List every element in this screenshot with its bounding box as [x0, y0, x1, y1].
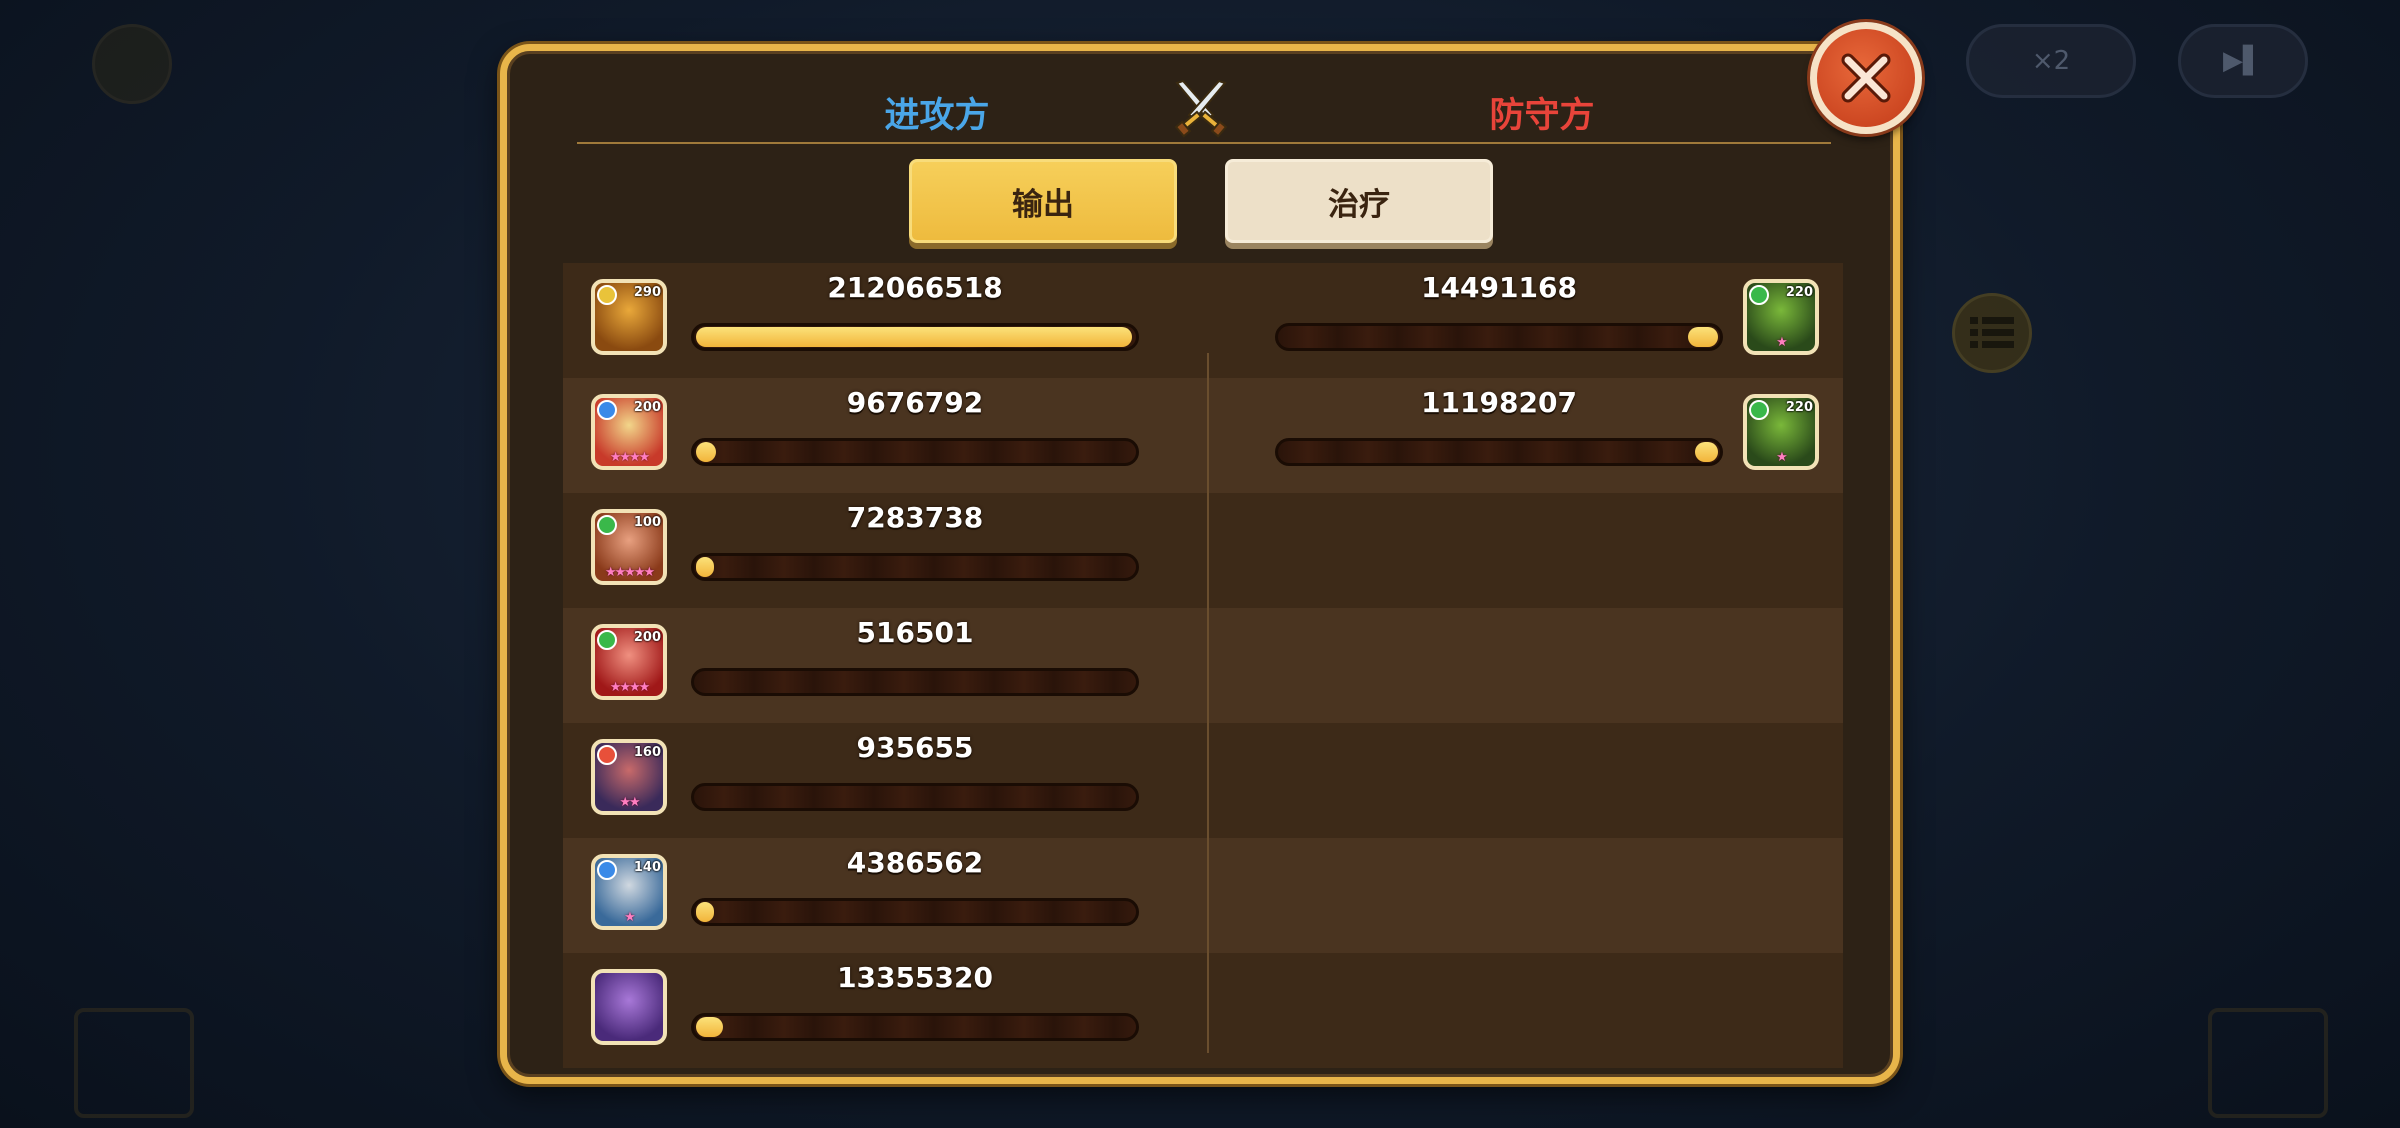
list-menu-button[interactable] [1952, 293, 2032, 373]
hero-stars: ★★★★ [609, 450, 651, 465]
hero-level: 100 [633, 515, 661, 530]
attacker-damage-bar [691, 553, 1139, 581]
attacker-hero-portrait[interactable]: 290 [591, 279, 667, 355]
defender-hero-portrait[interactable]: 220 ★ [1743, 279, 1819, 355]
attacker-damage-bar-fill [696, 557, 714, 577]
defender-value: 11198207 [1421, 386, 1577, 419]
attacker-hero-portrait[interactable]: 200 ★★★★ [591, 394, 667, 470]
defender-damage-bar [1275, 323, 1723, 351]
attacker-value: 9676792 [846, 386, 984, 419]
attacker-damage-bar [691, 323, 1139, 351]
attacker-value: 4386562 [846, 846, 984, 879]
hero-stars: ★ [1776, 335, 1788, 350]
hero-stars: ★ [624, 910, 636, 925]
bg-slot-left [74, 1008, 194, 1118]
hero-level: 140 [633, 860, 661, 875]
attacker-value: 212066518 [827, 271, 1003, 304]
bg-menu-button [92, 24, 172, 104]
bg-skip-button: ▶▌ [2178, 24, 2308, 98]
stats-rows: 290 212066518 200 ★★★★ 9676792 100 ★★★★★ 728373… [563, 263, 1843, 1068]
defender-title: 防守方 [1489, 96, 1595, 136]
attacker-damage-bar [691, 783, 1139, 811]
attacker-hero-portrait[interactable]: 140 ★ [591, 854, 667, 930]
element-icon [597, 860, 617, 880]
tab-output[interactable]: 输出 [909, 159, 1177, 243]
attacker-damage-bar-fill [696, 1017, 724, 1037]
bg-slot-right [2208, 1008, 2328, 1118]
element-icon [1749, 400, 1769, 420]
element-icon [597, 515, 617, 535]
attacker-hero-portrait[interactable]: 100 ★★★★★ [591, 509, 667, 585]
defender-damage-bar-fill [1694, 442, 1718, 462]
attacker-damage-bar-fill [696, 327, 1132, 347]
tab-heal[interactable]: 治疗 [1225, 159, 1493, 243]
defender-damage-bar-fill [1688, 327, 1718, 347]
center-divider [1207, 353, 1209, 1053]
hero-stars: ★★★★ [609, 680, 651, 695]
bg-speed-button: ×2 [1966, 24, 2136, 98]
attacker-hero-portrait[interactable]: 160 ★★ [591, 739, 667, 815]
attacker-value: 7283738 [846, 501, 984, 534]
element-icon [597, 745, 617, 765]
speed-label: ×2 [2031, 46, 2071, 76]
element-icon [1749, 285, 1769, 305]
battle-stats-panel: 进攻方 防守方 输出 治疗 290 212066518 200 ★★★★ 9676792… [500, 44, 1900, 1084]
hero-level: 200 [633, 400, 661, 415]
defender-damage-bar [1275, 438, 1723, 466]
hero-stars: ★★ [619, 795, 640, 810]
hero-level: 200 [633, 630, 661, 645]
defender-value: 14491168 [1421, 271, 1577, 304]
element-icon [597, 285, 617, 305]
attacker-value: 13355320 [837, 961, 993, 994]
defender-hero-portrait[interactable]: 220 ★ [1743, 394, 1819, 470]
attacker-hero-portrait[interactable]: 200 ★★★★ [591, 624, 667, 700]
element-icon [597, 630, 617, 650]
attacker-damage-bar [691, 438, 1139, 466]
hero-level: 220 [1785, 285, 1813, 300]
attacker-value: 516501 [856, 616, 974, 649]
crossed-swords-icon [1174, 79, 1228, 138]
attacker-damage-bar-fill [696, 442, 717, 462]
hero-stars: ★★★★★ [604, 565, 655, 580]
panel-header: 进攻方 防守方 [577, 79, 1827, 141]
close-button[interactable] [1810, 22, 1922, 134]
attacker-damage-bar [691, 1013, 1139, 1041]
hero-level: 160 [633, 745, 661, 760]
attacker-damage-bar-fill [696, 902, 714, 922]
hero-level: 290 [633, 285, 661, 300]
close-icon [1841, 53, 1891, 103]
hero-stars: ★ [1776, 450, 1788, 465]
attacker-value: 935655 [856, 731, 974, 764]
element-icon [597, 400, 617, 420]
attacker-damage-bar [691, 898, 1139, 926]
list-icon [1970, 317, 2014, 348]
attacker-damage-bar [691, 668, 1139, 696]
attacker-hero-portrait[interactable] [591, 969, 667, 1045]
hero-level: 220 [1785, 400, 1813, 415]
header-divider [577, 142, 1831, 144]
attacker-title: 进攻方 [884, 96, 990, 136]
